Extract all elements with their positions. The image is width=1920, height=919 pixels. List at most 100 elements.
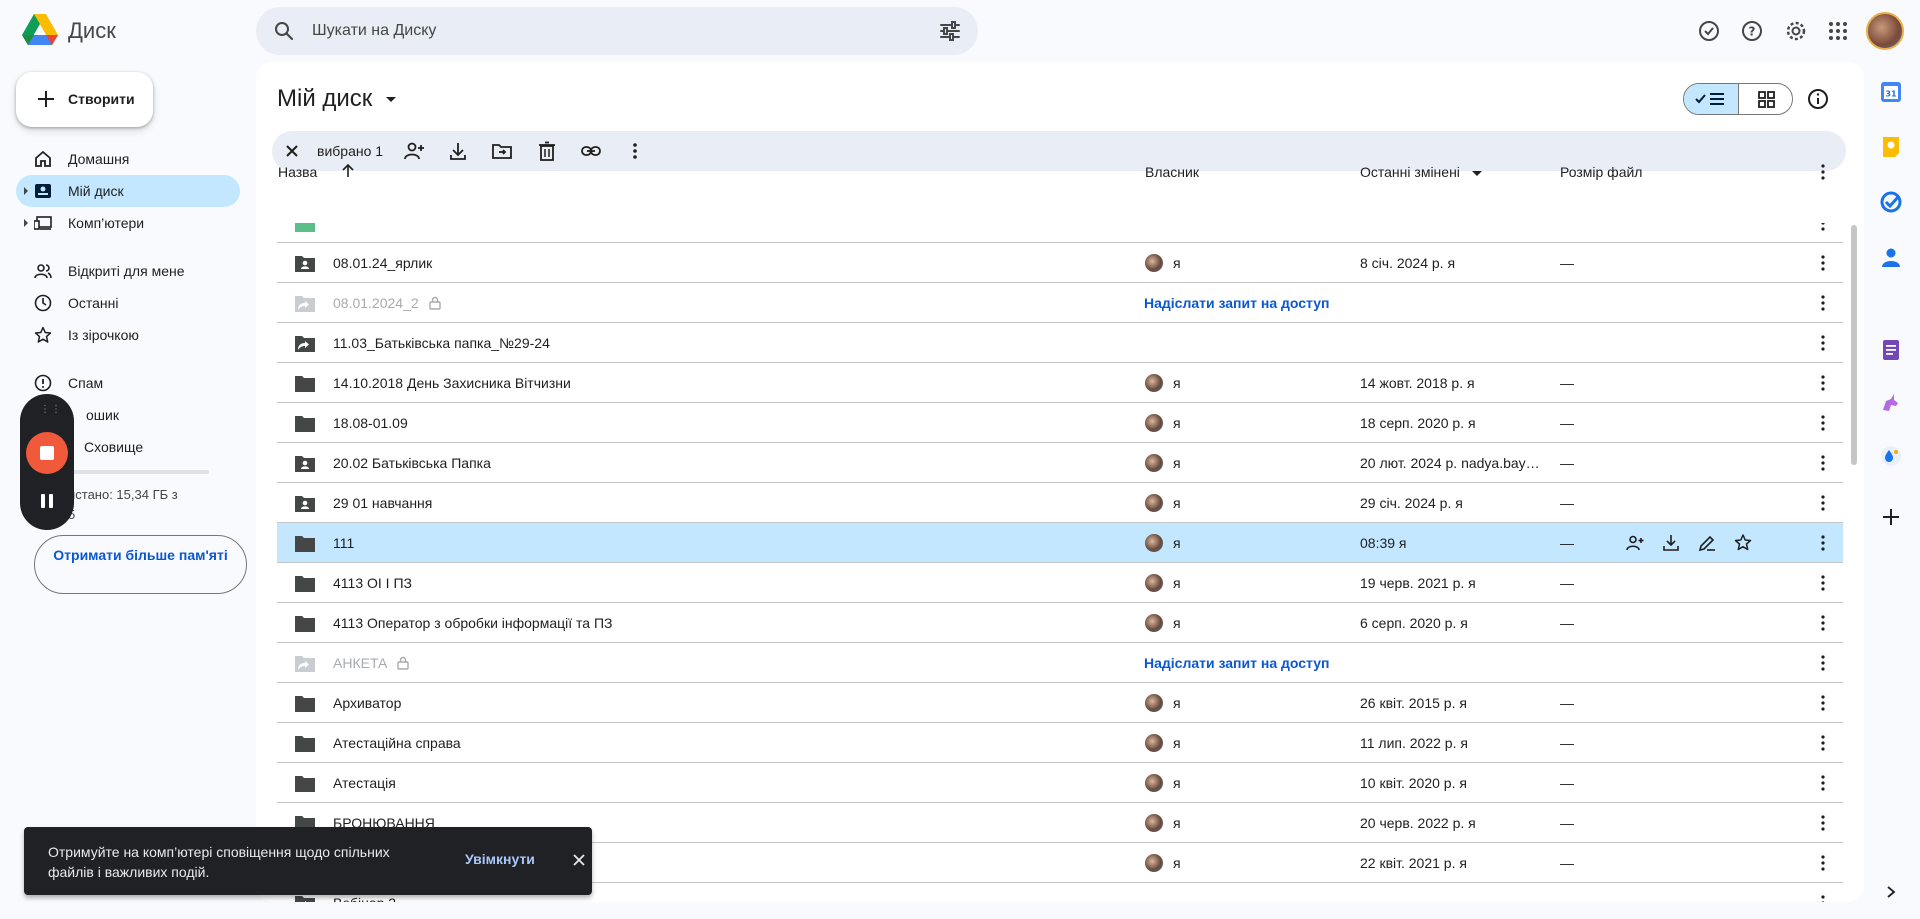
scrollbar[interactable] bbox=[1851, 225, 1857, 465]
more-actions-icon[interactable] bbox=[1813, 533, 1833, 553]
enable-notifications-button[interactable]: Увімкнути bbox=[465, 851, 535, 867]
more-actions-icon[interactable] bbox=[1813, 373, 1833, 393]
close-icon[interactable] bbox=[570, 851, 588, 869]
more-actions-icon[interactable] bbox=[624, 140, 646, 162]
table-row[interactable]: 08.01.2024_2 Надіслати запит на доступ bbox=[277, 283, 1843, 323]
table-row[interactable]: 111 я 08:39 я — bbox=[277, 523, 1843, 563]
more-actions-icon[interactable] bbox=[1813, 733, 1833, 753]
expand-arrow-icon[interactable] bbox=[24, 219, 28, 227]
sidebar-item-home[interactable]: Домашня bbox=[16, 143, 240, 175]
addon-unicorn-icon[interactable] bbox=[1880, 392, 1902, 414]
keep-icon[interactable] bbox=[1880, 136, 1902, 158]
info-icon[interactable] bbox=[1806, 87, 1830, 111]
table-row[interactable]: 11.03_Батьківська папка_№29-24 bbox=[277, 323, 1843, 363]
more-actions-icon[interactable] bbox=[1813, 493, 1833, 513]
column-header-owner[interactable]: Власник bbox=[1145, 164, 1199, 180]
more-actions-icon[interactable] bbox=[1813, 613, 1833, 633]
column-header-size[interactable]: Розмір файл bbox=[1560, 164, 1642, 180]
column-header-modified[interactable]: Останні змінені bbox=[1360, 164, 1460, 180]
settings-icon[interactable] bbox=[1784, 19, 1808, 43]
table-row[interactable]: АНКЕТА Надіслати запит на доступ bbox=[277, 643, 1843, 683]
table-row[interactable]: 08.01.24_ярлик я 8 січ. 2024 р. я — bbox=[277, 243, 1843, 283]
sort-ascending-icon[interactable] bbox=[340, 163, 356, 179]
page-title[interactable]: Мій диск bbox=[277, 85, 372, 113]
drag-handle-icon[interactable]: ⋮⋮ bbox=[40, 404, 62, 415]
pause-recording-button[interactable] bbox=[40, 494, 54, 508]
folder-icon bbox=[295, 736, 315, 752]
more-actions-icon[interactable] bbox=[1813, 333, 1833, 353]
stop-recording-button[interactable] bbox=[26, 432, 68, 474]
create-button[interactable]: Створити bbox=[16, 72, 153, 127]
table-row[interactable]: 20.02 Батьківська Папка я 20 лют. 2024 р. … bbox=[277, 443, 1843, 483]
view-toggle[interactable] bbox=[1683, 83, 1793, 115]
request-access-link[interactable]: Надіслати запит на доступ bbox=[1144, 295, 1329, 311]
sort-dropdown-icon[interactable] bbox=[1472, 171, 1482, 176]
table-row[interactable]: 4113 Оператор з обробки інформації та ПЗ… bbox=[277, 603, 1843, 643]
more-actions-icon[interactable] bbox=[1813, 253, 1833, 273]
expand-arrow-icon[interactable] bbox=[24, 187, 28, 195]
sidebar-item-my-drive[interactable]: Мій диск bbox=[16, 175, 240, 207]
search-options-icon[interactable] bbox=[938, 19, 962, 43]
screen-recorder-widget[interactable]: ⋮⋮ bbox=[20, 394, 74, 530]
more-actions-icon[interactable] bbox=[1813, 223, 1833, 233]
more-actions-icon[interactable] bbox=[1813, 453, 1833, 473]
offline-ready-icon[interactable] bbox=[1697, 19, 1721, 43]
rename-icon[interactable] bbox=[1697, 533, 1717, 553]
copy-link-icon[interactable] bbox=[580, 140, 602, 162]
more-actions-icon[interactable] bbox=[1813, 653, 1833, 673]
more-actions-icon[interactable] bbox=[1813, 293, 1833, 313]
share-icon[interactable] bbox=[1625, 533, 1645, 553]
search-bar[interactable] bbox=[256, 7, 978, 55]
app-title[interactable]: Диск bbox=[68, 18, 116, 44]
calendar-icon[interactable]: 31 bbox=[1880, 81, 1902, 103]
trash-icon[interactable] bbox=[536, 140, 558, 162]
star-icon[interactable] bbox=[1733, 533, 1753, 553]
table-row[interactable]: Атестація я 10 квіт. 2020 р. я — bbox=[277, 763, 1843, 803]
more-actions-icon[interactable] bbox=[1813, 813, 1833, 833]
account-avatar[interactable] bbox=[1866, 12, 1904, 50]
modified-date: 19 черв. 2021 р. я bbox=[1360, 575, 1476, 591]
request-access-link[interactable]: Надіслати запит на доступ bbox=[1144, 655, 1329, 671]
more-actions-icon[interactable] bbox=[1813, 893, 1833, 902]
forms-addon-icon[interactable] bbox=[1880, 339, 1902, 361]
more-actions-icon[interactable] bbox=[1813, 693, 1833, 713]
more-actions-icon[interactable] bbox=[1813, 573, 1833, 593]
get-more-storage-button[interactable]: Отримати більше пам'яті bbox=[34, 535, 247, 594]
list-view-button[interactable] bbox=[1684, 84, 1739, 114]
more-actions-icon[interactable] bbox=[1813, 413, 1833, 433]
table-row[interactable]: Архиватор я 26 квіт. 2015 р. я — bbox=[277, 683, 1843, 723]
sidebar-item-recent[interactable]: Останні bbox=[16, 287, 240, 319]
table-row[interactable]: Атестаційна справа я 11 лип. 2022 р. я — bbox=[277, 723, 1843, 763]
notification-toast: Отримуйте на комп’ютері сповіщення щодо … bbox=[24, 827, 592, 895]
table-row[interactable]: 4113 ОІ І ПЗ я 19 черв. 2021 р. я — bbox=[277, 563, 1843, 603]
column-options-icon[interactable] bbox=[1813, 162, 1833, 182]
get-addons-icon[interactable] bbox=[1880, 506, 1902, 528]
table-row[interactable]: 14.10.2018 День Захисника Вітчизни я 14 жо… bbox=[277, 363, 1843, 403]
addon-drops-icon[interactable] bbox=[1880, 445, 1902, 467]
chevron-right-icon[interactable] bbox=[1883, 884, 1899, 900]
more-actions-icon[interactable] bbox=[1813, 773, 1833, 793]
table-row[interactable]: 29 01 навчання я 29 січ. 2024 р. я — bbox=[277, 483, 1843, 523]
table-row[interactable] bbox=[277, 223, 1843, 243]
grid-view-button[interactable] bbox=[1739, 84, 1792, 114]
avatar bbox=[1145, 694, 1163, 712]
tasks-icon[interactable] bbox=[1880, 191, 1902, 213]
download-icon[interactable] bbox=[1661, 533, 1681, 553]
download-icon[interactable] bbox=[447, 140, 469, 162]
more-actions-icon[interactable] bbox=[1813, 853, 1833, 873]
contacts-icon[interactable] bbox=[1880, 246, 1902, 268]
sidebar-item-starred[interactable]: Із зірочкою bbox=[16, 319, 240, 351]
help-icon[interactable]: ? bbox=[1740, 19, 1764, 43]
clear-selection-icon[interactable] bbox=[282, 141, 302, 161]
move-icon[interactable] bbox=[491, 140, 513, 162]
sidebar-item-shared-with-me[interactable]: Відкриті для мене bbox=[16, 255, 240, 287]
search-input[interactable] bbox=[312, 19, 872, 43]
apps-grid-icon[interactable] bbox=[1826, 19, 1850, 43]
title-dropdown-icon[interactable] bbox=[386, 97, 396, 102]
share-icon[interactable] bbox=[403, 140, 425, 162]
search-icon[interactable] bbox=[272, 19, 296, 43]
column-header-name[interactable]: Назва bbox=[278, 164, 317, 180]
table-row[interactable]: 18.08-01.09 я 18 серп. 2020 р. я — bbox=[277, 403, 1843, 443]
sidebar-item-computers[interactable]: Комп’ютери bbox=[16, 207, 240, 239]
drive-logo[interactable] bbox=[22, 14, 58, 46]
